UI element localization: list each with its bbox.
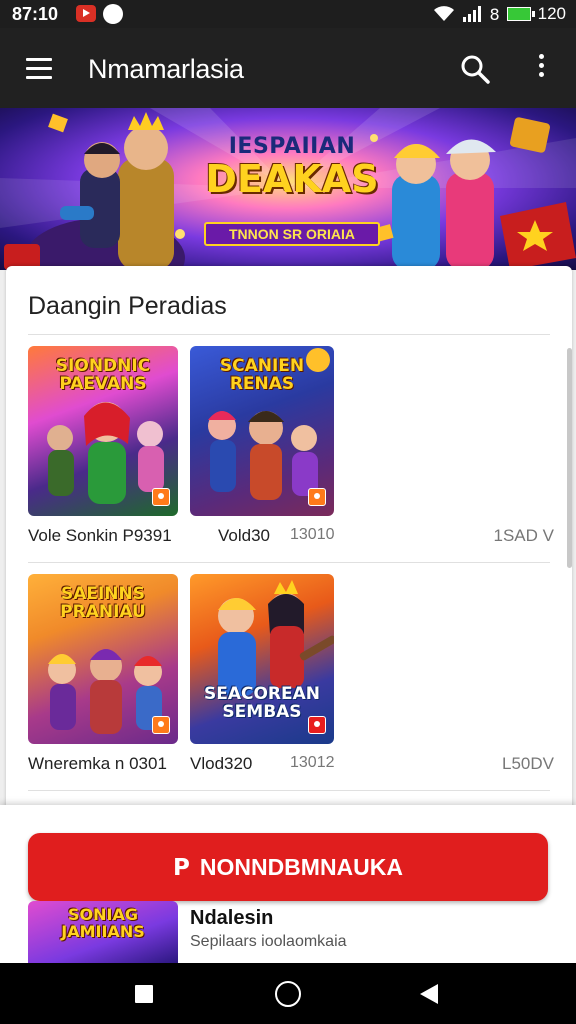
wifi-icon [434, 6, 455, 21]
badge-icon [308, 488, 326, 506]
more-vert-icon[interactable] [532, 54, 550, 84]
thumbnail-title: SCANIEN RENAS [219, 356, 305, 394]
divider [28, 334, 550, 335]
banner-subtitle: TNNON SR ORIAIA [204, 222, 380, 246]
primary-action-button[interactable]: P NONNDBMNAUKA [28, 833, 548, 901]
banner-title-line1: IESPAIIAN [228, 134, 356, 159]
back-icon[interactable] [420, 984, 438, 1004]
more-vert-icon[interactable] [534, 368, 544, 398]
navigation-bar [0, 963, 576, 1024]
game-thumbnail[interactable]: SCANIEN RENAS [190, 346, 334, 516]
divider [28, 562, 550, 563]
item-label: Vole Sonkin P9391 [28, 526, 172, 545]
home-icon[interactable] [275, 981, 301, 1007]
list-item[interactable]: SIONDNIC PAEVANS SCANIEN RENAS Vole Sonk… [28, 346, 558, 576]
badge-icon [308, 716, 326, 734]
mini-item-title: Ndalesin [190, 907, 274, 929]
app-title: Nmamarlasia [88, 54, 244, 84]
game-thumbnail[interactable]: SAEINNS PRANIAU [28, 574, 178, 744]
banner-title: IESPAIIAN DEAKAS [192, 134, 392, 201]
banner-title-line2: DEAKAS [205, 157, 379, 201]
list-item[interactable]: SAEINNS PRANIAU SEACOREAN SEMBAS Wneremk… [28, 574, 558, 804]
item-label: Vlod320 [190, 754, 253, 773]
notification-dot-icon [103, 4, 123, 24]
app-bar: Nmamarlasia [0, 28, 576, 108]
youtube-icon [76, 5, 96, 22]
status-time: 87:10 [12, 4, 59, 24]
mini-thumbnail-title: SONIAG JAMIIANS [61, 905, 145, 941]
game-thumbnail[interactable]: SEACOREAN SEMBAS [190, 574, 334, 744]
game-thumbnail[interactable]: SIONDNIC PAEVANS [28, 346, 178, 516]
item-right-label: 1SAD V [493, 526, 554, 545]
search-icon[interactable] [460, 54, 490, 84]
status-bar: 87:10 8 120 [0, 0, 576, 28]
signal-icon [463, 6, 482, 22]
content-card: Daangin Peradias SIONDNIC PAEVANS SCANIE… [6, 266, 572, 826]
item-label: Wneremka n 0301 [28, 754, 167, 773]
more-vert-icon[interactable] [534, 596, 544, 626]
play-store-icon: P [172, 855, 190, 881]
recent-apps-icon[interactable] [135, 985, 153, 1003]
mini-thumbnail[interactable]: SONIAG JAMIIANS [28, 901, 178, 963]
menu-icon[interactable] [26, 58, 54, 80]
mini-item-subtitle: Sepilaars ioolaomkaia [190, 933, 347, 950]
battery-percent: 120 [537, 4, 566, 23]
item-number: 13010 [290, 526, 335, 543]
hero-banner[interactable]: IESPAIIAN DEAKAS TNNON SR ORIAIA [0, 108, 576, 270]
battery-icon [506, 7, 535, 21]
status-icons: 8 120 [433, 3, 566, 25]
badge-icon [152, 716, 170, 734]
thumbnail-title: SIONDNIC PAEVANS [55, 356, 151, 394]
item-right-label: L50DV [502, 754, 554, 773]
item-label: Vold30 [218, 526, 270, 545]
section-title: Daangin Peradias [28, 292, 227, 320]
status-misc: 8 [489, 4, 500, 24]
thumbnail-title: SAEINNS PRANIAU [60, 584, 146, 622]
bottom-sheet: P NONNDBMNAUKA SONIAG JAMIIANS Ndalesin S… [0, 805, 576, 963]
cta-label: NONNDBMNAUKA [199, 854, 403, 880]
item-number: 13012 [290, 754, 335, 771]
scrollbar[interactable] [567, 348, 572, 568]
badge-icon [152, 488, 170, 506]
divider [28, 790, 550, 791]
